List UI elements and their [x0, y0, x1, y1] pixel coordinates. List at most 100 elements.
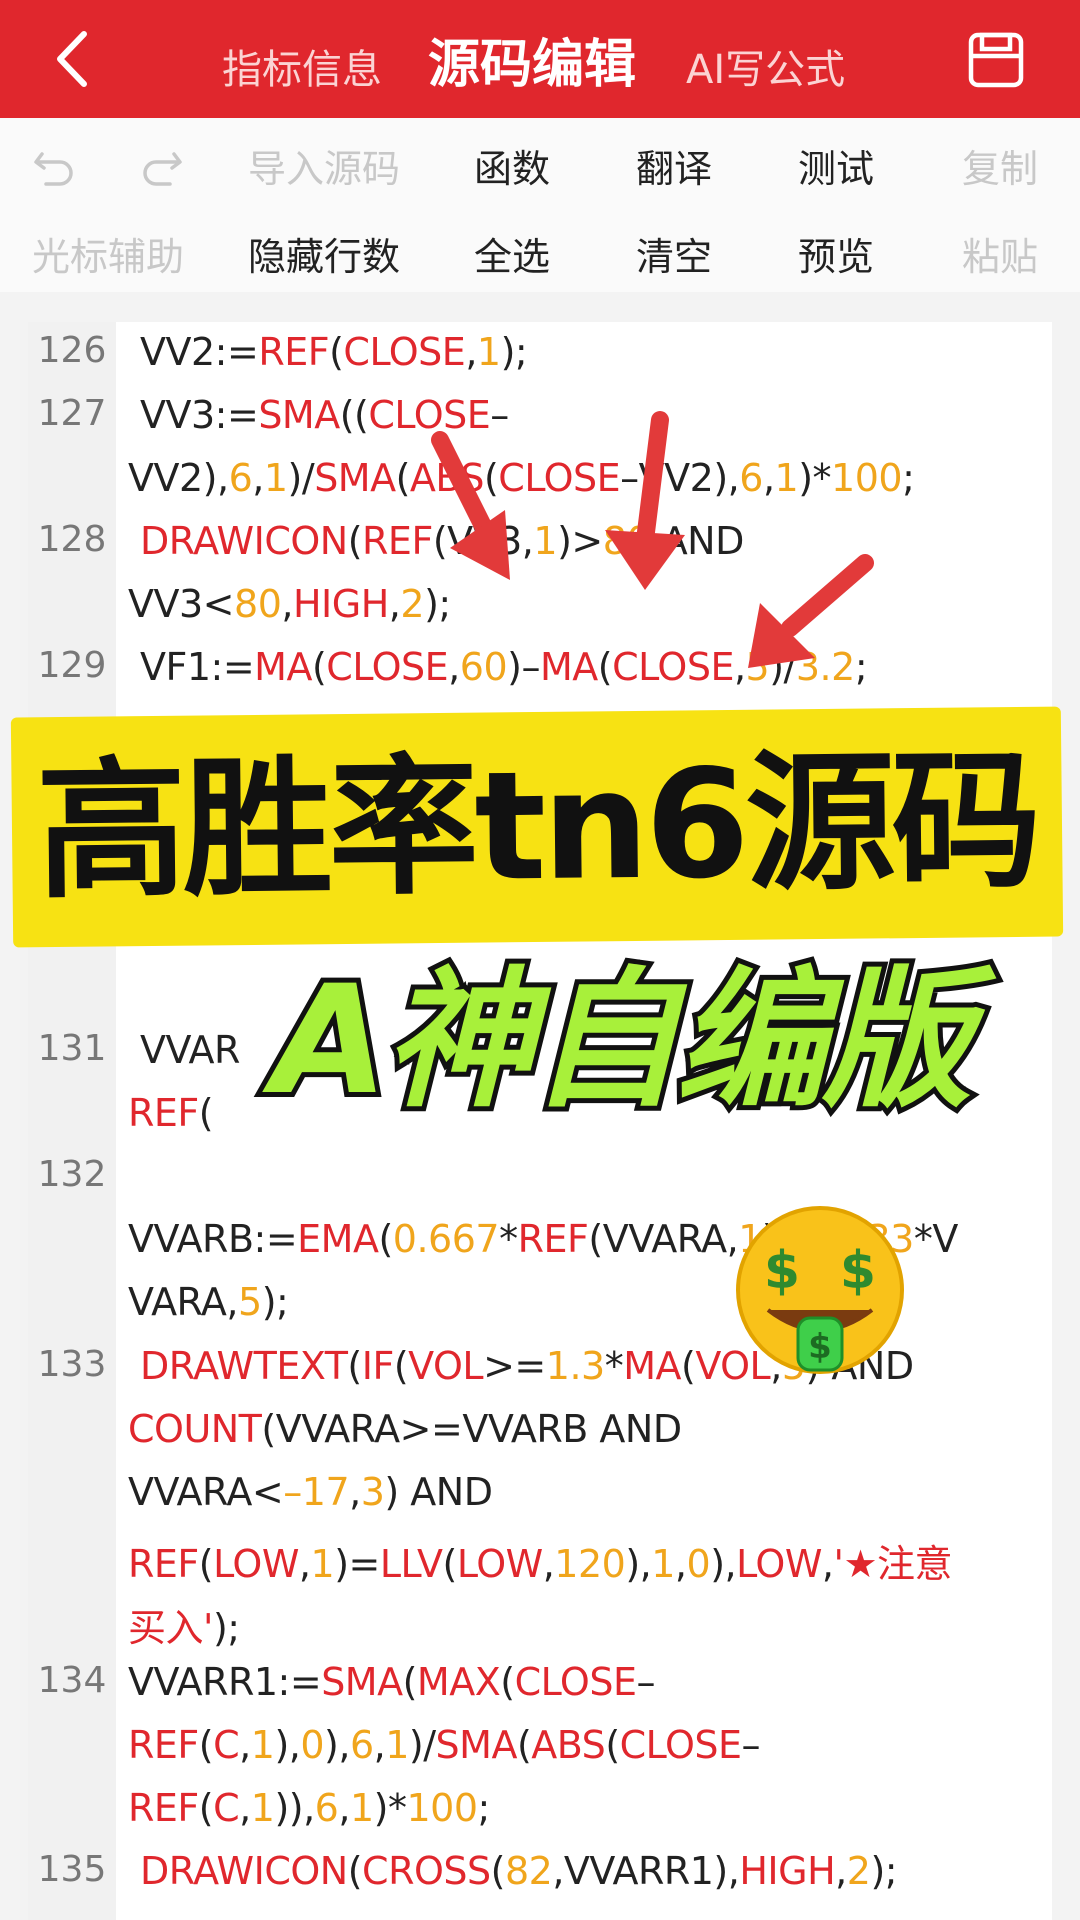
code-token: 0: [300, 1723, 325, 1767]
code-line[interactable]: COUNT(VVARA>=VVARB AND: [128, 1407, 682, 1451]
code-token: ,: [349, 1470, 361, 1514]
tab-source-edit[interactable]: 源码编辑: [428, 0, 636, 118]
code-token: 0: [686, 1542, 711, 1586]
paste-button[interactable]: 粘贴: [910, 226, 1080, 281]
code-token: 1.3: [545, 1344, 605, 1388]
code-token: );: [261, 1280, 289, 1324]
code-token: 1: [250, 1723, 275, 1767]
editor-toolbar: 导入源码 函数 翻译 测试 复制 光标辅助 隐藏行数 全选 清空 预览 粘贴: [0, 118, 1080, 292]
code-line[interactable]: 买入');: [128, 1597, 240, 1652]
code-token: ,: [252, 456, 264, 500]
code-token: 80: [234, 582, 282, 626]
code-token: SMA: [435, 1723, 518, 1767]
code-token: )/: [408, 1723, 436, 1767]
undo-icon[interactable]: [30, 140, 78, 188]
code-line[interactable]: DRAWICON(CROSS(82,VVARR1),HIGH,2);: [140, 1849, 898, 1893]
line-number: 129: [37, 645, 107, 686]
translate-button[interactable]: 翻译: [584, 138, 764, 193]
code-token: (: [198, 1542, 214, 1586]
code-token: 6: [314, 1786, 339, 1830]
code-line[interactable]: REF(C,1)),6,1)*100;: [128, 1786, 490, 1830]
hide-line-numbers-button[interactable]: 隐藏行数: [234, 226, 414, 281]
code-token: *: [499, 1217, 518, 1261]
code-token: 100: [406, 1786, 478, 1830]
code-token: );: [870, 1849, 898, 1893]
code-token: LOW: [213, 1542, 299, 1586]
functions-button[interactable]: 函数: [422, 138, 602, 193]
code-token: 6: [228, 456, 253, 500]
import-source-button[interactable]: 导入源码: [234, 138, 414, 193]
back-arrow-icon[interactable]: [40, 24, 110, 94]
code-token: (: [393, 1344, 409, 1388]
clear-button[interactable]: 清空: [584, 226, 764, 281]
code-token: ,: [281, 582, 293, 626]
code-token: C: [213, 1723, 240, 1767]
code-token: 120: [554, 1542, 626, 1586]
code-token: (: [597, 645, 613, 689]
code-token: ,: [373, 1723, 386, 1767]
code-line[interactable]: VARA,5);: [128, 1280, 289, 1324]
line-number: 131: [37, 1028, 107, 1069]
line-number-gutter: 126 127 128 129 131 132 133 134 135: [28, 322, 116, 1920]
red-arrow-icon: [748, 554, 874, 668]
code-token: CLOSE: [619, 1723, 742, 1767]
code-line[interactable]: REF(LOW,1)=LLV(LOW,120),1,0),LOW,'★注意: [128, 1533, 953, 1588]
code-token: HIGH: [739, 1849, 836, 1893]
code-token: 1: [250, 1786, 275, 1830]
code-token: (: [311, 645, 327, 689]
code-token: VOL: [408, 1344, 484, 1388]
tab-ai-formula[interactable]: AI写公式: [686, 0, 845, 118]
code-token: )=: [334, 1542, 380, 1586]
code-token: –: [636, 1660, 655, 1704]
code-token: )*: [373, 1786, 407, 1830]
code-token: (: [347, 1344, 362, 1388]
code-token: ABS: [531, 1723, 606, 1767]
code-token: (: [395, 456, 411, 500]
code-token: (: [490, 1849, 506, 1893]
code-token: 82: [504, 1849, 553, 1893]
code-token: –: [741, 1723, 761, 1767]
code-line[interactable]: VVARR1:=SMA(MAX(CLOSE–: [128, 1660, 655, 1704]
code-token: *V: [913, 1217, 959, 1261]
title-banner: 高胜率tn6源码: [10, 706, 1064, 948]
copy-button[interactable]: 复制: [910, 138, 1080, 193]
redo-icon[interactable]: [138, 140, 186, 188]
code-token: ,: [762, 456, 775, 500]
code-line[interactable]: REF(C,1),0),6,1)/SMA(ABS(CLOSE–: [128, 1723, 761, 1767]
code-token: ),: [274, 1723, 301, 1767]
svg-text:$: $: [808, 1327, 832, 1367]
code-token: 6: [349, 1723, 374, 1767]
code-token: REF: [258, 330, 330, 374]
red-arrow-icon: [605, 411, 685, 590]
code-token: (: [516, 1723, 532, 1767]
code-token: ),: [710, 1542, 737, 1586]
line-number: 132: [37, 1154, 107, 1195]
code-token: (: [605, 1723, 620, 1767]
code-token: )),: [274, 1786, 315, 1830]
code-token: 1: [349, 1786, 374, 1830]
tab-indicator-info[interactable]: 指标信息: [222, 0, 382, 118]
code-token: (: [378, 1217, 393, 1261]
code-token: (: [680, 1344, 696, 1388]
banner-title: 高胜率tn6源码: [35, 734, 1039, 920]
code-token: ,: [465, 330, 477, 374]
code-line[interactable]: VV3<80,HIGH,2);: [128, 582, 451, 626]
save-icon[interactable]: [968, 32, 1024, 88]
code-token: ;: [902, 456, 915, 500]
code-token: VVARB:=: [128, 1217, 298, 1261]
code-token: 0.667: [392, 1217, 500, 1261]
select-all-button[interactable]: 全选: [422, 226, 602, 281]
code-token: CLOSE: [343, 330, 466, 374]
code-token: MA: [539, 645, 598, 689]
cursor-assist-button[interactable]: 光标辅助: [18, 226, 198, 281]
code-line[interactable]: VV2:=REF(CLOSE,1);: [140, 330, 528, 374]
code-token: ,: [239, 1786, 251, 1830]
line-number: 126: [37, 330, 107, 371]
test-button[interactable]: 测试: [746, 138, 926, 193]
preview-button[interactable]: 预览: [746, 226, 926, 281]
code-token: 1: [385, 1723, 409, 1767]
code-token: (: [347, 1849, 363, 1893]
code-token: ((: [339, 393, 369, 437]
code-line[interactable]: VVARA<–17,3) AND: [128, 1470, 493, 1514]
code-token: ,: [338, 1786, 350, 1830]
